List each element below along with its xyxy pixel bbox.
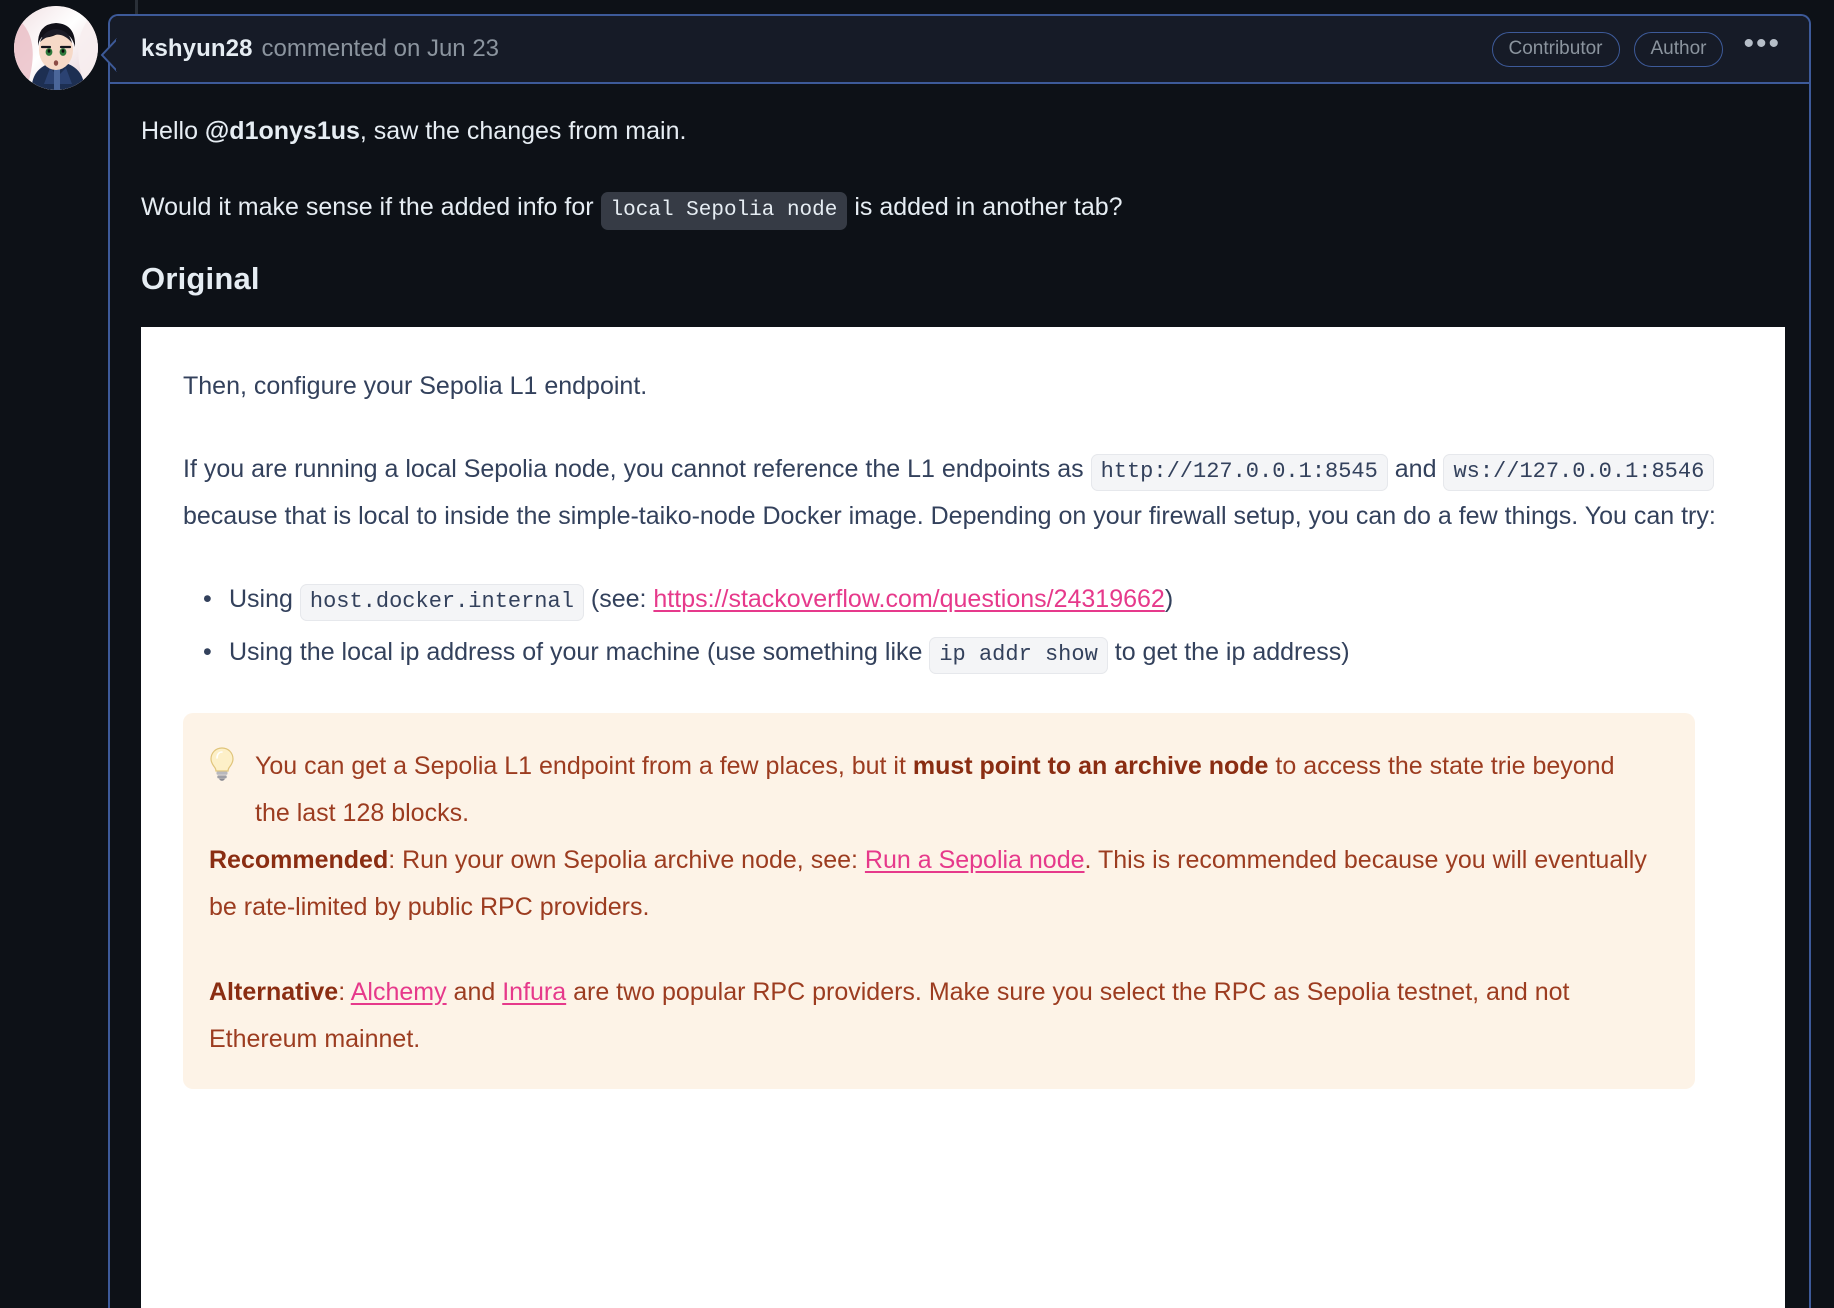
callout-t3-b: and [446,977,503,1006]
preview-p2-part-a: If you are running a local Sepolia node,… [183,455,1091,484]
list-item: Using the local ip address of your machi… [203,629,1745,677]
more-options-icon[interactable]: ••• [1737,29,1787,69]
comment-author[interactable]: kshyun28 [141,35,253,63]
greeting-paragraph: Hello @d1onys1us, saw the changes from m… [141,112,1809,151]
greeting-prefix: Hello [141,117,205,145]
rendered-markdown-preview: Then, configure your Sepolia L1 endpoint… [141,327,1785,1308]
callout-paragraph-1: You can get a Sepolia L1 endpoint from a… [255,743,1655,837]
inline-code-host-docker-internal: host.docker.internal [299,583,584,621]
avatar[interactable] [14,6,98,90]
comment-header-right: Contributor Author ••• [1491,29,1788,69]
callout-paragraph-alternative: Alternative: Alchemy and Infura are two … [209,969,1655,1063]
callout-t1-bold: must point to an archive node [912,751,1269,780]
callout-t1-a: You can get a Sepolia L1 endpoint from a… [255,751,913,780]
badge-contributor: Contributor [1491,31,1620,67]
preview-p2-part-c: because that is local to inside the simp… [183,501,1716,530]
alchemy-link[interactable]: Alchemy [351,978,447,1006]
comment-timestamp: commented on Jun 23 [261,35,500,62]
bullet-2-mid: to get the ip address) [1107,638,1350,667]
callout-t3-a: : [338,977,351,1006]
section-heading-original: Original [141,261,260,297]
bullet-1-mid: (see: [583,584,654,613]
stackoverflow-link[interactable]: https://stackoverflow.com/questions/2431… [653,585,1164,613]
badge-author: Author [1633,31,1724,67]
question-prefix: Would it make sense if the added info fo… [141,192,601,221]
question-paragraph: Would it make sense if the added info fo… [141,188,1809,230]
bullet-2-pre: Using the local ip address of your machi… [229,638,930,667]
inline-code-http-endpoint: http://127.0.0.1:8545 [1090,454,1388,492]
callout-paragraph-recommended: Recommended: Run your own Sepolia archiv… [209,837,1655,931]
inline-code-local-sepolia-node: local Sepolia node [600,191,848,230]
callout-recommended-label: Recommended [209,845,389,874]
run-sepolia-node-link[interactable]: Run a Sepolia node [865,846,1085,874]
comment-body: Hello @d1onys1us, saw the changes from m… [110,84,1809,1308]
tip-callout: You can get a Sepolia L1 endpoint from a… [183,712,1695,1089]
list-item: Using host.docker.internal (see: https:/… [203,576,1745,624]
preview-bullet-list: Using host.docker.internal (see: https:/… [183,576,1745,677]
inline-code-ip-addr-show: ip addr show [929,637,1108,675]
light-bulb-icon [209,743,235,786]
comment-container: kshyun28 commented on Jun 23 Contributor… [108,14,1811,1308]
bullet-1-post: ) [1164,584,1174,613]
greeting-suffix: , saw the changes from main. [359,117,687,145]
callout-t2-a: : Run your own Sepolia archive node, see… [388,845,865,874]
infura-link[interactable]: Infura [502,978,566,1006]
comment-header: kshyun28 commented on Jun 23 Contributor… [110,16,1809,84]
user-mention[interactable]: @d1onys1us [205,117,360,145]
bullet-1-pre: Using [229,584,300,613]
comment-pointer [100,38,118,72]
inline-code-ws-endpoint: ws://127.0.0.1:8546 [1443,454,1715,492]
preview-p2-part-b: and [1387,455,1444,484]
comment-header-left: kshyun28 commented on Jun 23 [141,35,1492,63]
comment-page: kshyun28 commented on Jun 23 Contributor… [0,0,1834,1308]
question-suffix: is added in another tab? [847,192,1123,221]
preview-paragraph-2: If you are running a local Sepolia node,… [183,446,1745,540]
callout-alternative-label: Alternative [209,977,339,1006]
preview-paragraph-1: Then, configure your Sepolia L1 endpoint… [183,372,648,401]
callout-first-row: You can get a Sepolia L1 endpoint from a… [209,743,1655,837]
